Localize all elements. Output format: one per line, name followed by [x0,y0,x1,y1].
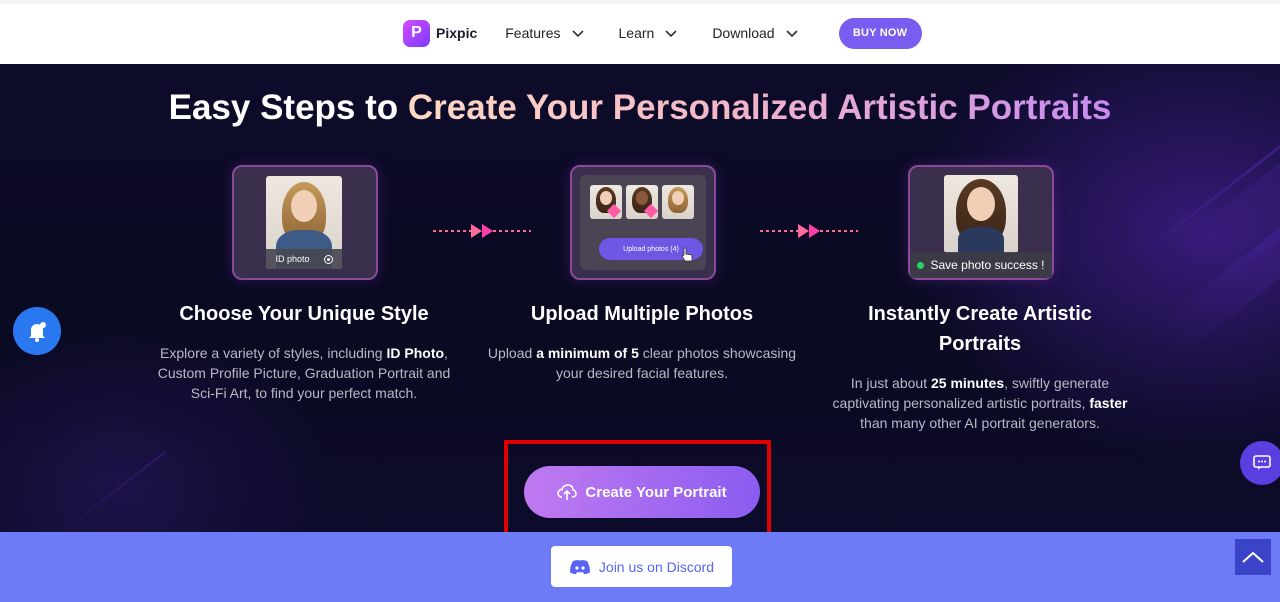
step-title: Instantly Create Artistic Portraits [868,303,1092,355]
caption-text: ID photo [275,254,310,264]
step-arrow-connector [433,224,531,238]
nav-item-label: Features [505,25,561,41]
annotation-highlight-box [504,440,771,532]
save-success-bar: Save photo success ! [910,252,1052,278]
title-highlight: Create Your Personalized Artistic Portra… [407,88,1112,127]
back-to-top-button[interactable] [1235,539,1271,575]
thumbnail-image [662,185,694,219]
chevron-down-icon [571,30,584,38]
nav-item-label: Learn [618,25,655,41]
play-arrow-icon [482,224,493,238]
title-plain: Easy Steps to [168,88,408,127]
chat-icon [1253,455,1271,470]
chevron-up-icon [1242,551,1264,563]
step-arrow-connector [760,224,858,238]
top-border [0,0,1280,4]
chevron-down-icon [665,30,677,38]
hand-cursor-icon [681,247,693,262]
chevron-down-icon [786,30,798,38]
step-card-result: Save photo success ! [908,165,1054,280]
step-description: Upload a minimum of 5 clear photos showc… [487,345,797,381]
discord-label: Join us on Discord [598,558,715,575]
chat-button[interactable] [1240,441,1280,485]
upload-pill-label: Upload photos (4) [623,245,679,253]
buy-now-button[interactable]: BUY NOW [838,17,922,49]
pixpic-logo[interactable]: P Pixpic [403,19,478,47]
generated-portrait-image [944,175,1018,253]
top-navbar: P Pixpic Features Learn Download BUY NOW [0,0,1280,65]
nav-item-download[interactable]: Download [712,25,798,41]
step-description: Explore a variety of styles, including I… [157,345,451,401]
notification-bell-button[interactable] [13,307,61,355]
step-card-style: ID photo [232,165,378,280]
play-arrow-icon [798,224,809,238]
sample-portrait-image: ID photo [266,176,342,269]
decor-stripe [54,451,166,532]
play-arrow-icon [809,224,820,238]
success-dot-icon [917,261,925,269]
nav-item-label: Download [712,25,775,41]
step-title: Choose Your Unique Style [179,303,429,325]
upload-panel: Upload photos (4) [580,175,706,270]
step-title: Upload Multiple Photos [530,303,754,325]
discord-icon [569,559,590,574]
nav-item-learn[interactable]: Learn [619,25,679,41]
join-discord-button[interactable]: Join us on Discord [551,546,732,587]
save-success-text: Save photo success ! [930,258,1045,272]
pixpic-logo-icon: P [403,19,430,47]
play-arrow-icon [471,224,482,238]
hero-section: Easy Steps to Create Your Personalized A… [0,64,1280,532]
bell-icon [29,322,46,342]
radio-icon [323,254,333,264]
discord-band: Join us on Discord [0,532,1280,602]
logo-text: Pixpic [436,25,478,41]
nav-menu: P Pixpic Features Learn Download BUY NOW [403,17,922,49]
step-description: In just about 25 minutes, swiftly genera… [832,375,1128,431]
nav-item-features[interactable]: Features [505,25,584,41]
page-title: Easy Steps to Create Your Personalized A… [0,88,1280,128]
id-photo-caption: ID photo [266,249,342,269]
step-card-upload: Upload photos (4) [570,165,716,280]
